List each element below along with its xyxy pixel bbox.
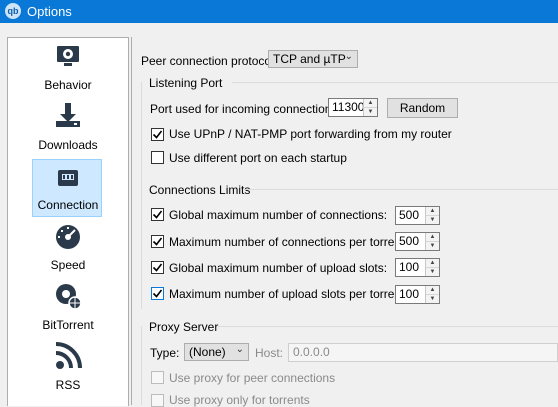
proxy-torrents-only-checkbox[interactable] [151,394,164,407]
title-bar: qb Options [0,0,558,23]
group-divider [232,82,558,83]
checkmark-icon [152,210,163,219]
spin-down-icon[interactable]: ▼ [426,241,439,250]
spin-down-icon[interactable]: ▼ [364,107,377,116]
spin-down-icon[interactable]: ▼ [426,267,439,276]
sidebar-item-label: Downloads [38,138,98,152]
port-spinbox[interactable]: 11300 ▲ ▼ [328,98,378,117]
spin-up-icon[interactable]: ▲ [426,233,439,241]
spin-buttons[interactable]: ▲ ▼ [425,259,439,276]
qbittorrent-app-icon: qb [5,3,21,19]
proxy-host-input[interactable]: 0.0.0.0 [288,343,558,362]
spin-up-icon[interactable]: ▲ [364,99,377,107]
port-label: Port used for incoming connections: [150,102,341,116]
spin-up-icon[interactable]: ▲ [426,286,439,294]
sidebar-item-rss[interactable]: RSS [8,338,128,396]
protocol-select[interactable]: TCP and µTP ⌄ [268,50,358,68]
chevron-down-icon: ⌄ [235,344,244,355]
global-max-upload-slots-label: Global maximum number of upload slots: [169,261,388,275]
max-upload-slots-per-torrent-spinbox[interactable]: 100 ▲ ▼ [395,285,440,304]
speedometer-icon [56,225,80,249]
checkmark-icon [152,237,163,246]
different-port-checkbox[interactable] [151,151,164,164]
spin-down-icon[interactable]: ▼ [426,215,439,224]
proxy-type-label: Type: [150,346,180,360]
spin-buttons[interactable]: ▲ ▼ [425,286,439,303]
listening-port-group-title: Listening Port [149,76,223,90]
spin-buttons[interactable]: ▲ ▼ [425,207,439,224]
checkmark-icon [152,263,163,272]
options-sidebar: Behavior Downloads Connection Speed BitT… [7,37,129,406]
global-max-connections-label: Global maximum number of connections: [169,208,388,222]
sidebar-item-connection[interactable]: Connection [32,159,102,217]
random-port-button[interactable]: Random [387,98,458,118]
window-title: Options [27,4,72,19]
spin-buttons[interactable]: ▲ ▼ [363,99,377,116]
max-connections-per-torrent-checkbox[interactable] [151,235,164,248]
gear-globe-icon [56,284,82,310]
global-max-connections-spinbox[interactable]: 500 ▲ ▼ [395,206,440,225]
download-icon [56,103,80,127]
sidebar-item-label: Speed [50,258,86,272]
global-max-upload-slots-spinbox[interactable]: 100 ▲ ▼ [395,258,440,277]
proxy-host-label: Host: [255,346,284,360]
sidebar-item-downloads[interactable]: Downloads [8,98,128,156]
sidebar-item-label: BitTorrent [42,318,94,332]
connection-page: Peer connection protocol: TCP and µTP ⌄ … [132,37,558,407]
sidebar-item-label: Behavior [44,78,92,92]
connections-limits-group-title: Connections Limits [149,183,251,197]
checkmark-icon [152,289,163,298]
port-value: 11300 [332,100,365,114]
checkmark-icon [152,130,163,139]
network-icon [58,170,78,186]
upnp-checkbox[interactable] [151,128,164,141]
max-upload-slots-per-torrent-label: Maximum number of upload slots per torre… [169,287,408,301]
group-divider [244,189,558,190]
protocol-label: Peer connection protocol: [141,54,278,68]
group-divider [141,326,142,405]
spin-buttons[interactable]: ▲ ▼ [425,233,439,250]
proxy-type-value: (None) [189,345,226,359]
gear-monitor-icon [57,46,79,66]
max-upload-slots-per-torrent-value: 100 [399,287,420,301]
sidebar-item-bittorrent[interactable]: BitTorrent [8,278,128,336]
sidebar-item-speed[interactable]: Speed [8,218,128,276]
chevron-down-icon: ⌄ [344,51,353,62]
spin-up-icon[interactable]: ▲ [426,207,439,215]
proxy-peer-connections-checkbox[interactable] [151,371,164,384]
rss-icon [55,342,82,369]
sidebar-item-behavior[interactable]: Behavior [8,38,128,96]
spin-down-icon[interactable]: ▼ [426,294,439,303]
protocol-value: TCP and µTP [273,52,346,66]
max-connections-per-torrent-spinbox[interactable]: 500 ▲ ▼ [395,232,440,251]
global-max-connections-checkbox[interactable] [151,208,164,221]
max-connections-per-torrent-label: Maximum number of connections per torren… [169,235,408,249]
proxy-type-select[interactable]: (None) ⌄ [184,343,249,361]
proxy-peer-connections-label: Use proxy for peer connections [169,371,336,385]
group-divider [218,326,558,327]
group-divider [141,189,142,309]
global-max-connections-value: 500 [399,208,420,222]
sidebar-item-label: Connection [37,198,99,212]
sidebar-item-label: RSS [55,378,81,392]
spin-up-icon[interactable]: ▲ [426,259,439,267]
max-upload-slots-per-torrent-checkbox[interactable] [151,287,164,300]
upnp-label: Use UPnP / NAT-PMP port forwarding from … [169,127,452,141]
max-connections-per-torrent-value: 500 [399,234,420,248]
global-max-upload-slots-value: 100 [399,260,420,274]
different-port-label: Use different port on each startup [169,151,347,165]
global-max-upload-slots-checkbox[interactable] [151,261,164,274]
proxy-server-group-title: Proxy Server [149,320,219,334]
